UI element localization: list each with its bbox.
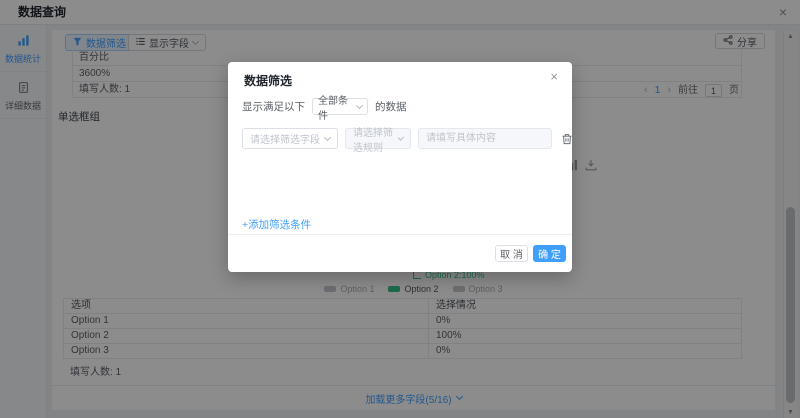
trash-icon[interactable] xyxy=(561,133,573,145)
filter-value-input[interactable] xyxy=(418,128,552,149)
condition-mode-value: 全部条件 xyxy=(318,92,357,122)
chevron-down-icon xyxy=(398,134,404,140)
filter-rule-select[interactable]: 请选择筛选规则 xyxy=(345,128,411,149)
filter-field-placeholder: 请选择筛选字段 xyxy=(250,131,320,146)
data-query-screen: 数据查询 × 数据统计 详细数据 xyxy=(0,0,800,418)
modal-title: 数据筛选 xyxy=(244,72,292,89)
condition-row: 显示满足以下 全部条件 的数据 xyxy=(242,98,407,115)
filter-condition-row: 请选择筛选字段 请选择筛选规则 xyxy=(242,128,573,149)
chevron-down-icon xyxy=(324,133,331,140)
condition-prefix-label: 显示满足以下 xyxy=(242,99,305,114)
modal-footer: 取 消 确 定 xyxy=(228,234,572,272)
condition-suffix-label: 的数据 xyxy=(375,99,407,114)
chevron-down-icon xyxy=(356,101,363,108)
condition-mode-select[interactable]: 全部条件 xyxy=(312,98,368,115)
confirm-button[interactable]: 确 定 xyxy=(533,245,566,262)
data-filter-modal: 数据筛选 × 显示满足以下 全部条件 的数据 请选择筛选字段 请选择筛选规则 xyxy=(228,62,572,272)
close-icon[interactable]: × xyxy=(550,69,558,84)
filter-rule-placeholder: 请选择筛选规则 xyxy=(353,124,399,154)
filter-field-select[interactable]: 请选择筛选字段 xyxy=(242,128,338,149)
cancel-button[interactable]: 取 消 xyxy=(495,245,528,262)
add-filter-condition-link[interactable]: +添加筛选条件 xyxy=(242,217,311,232)
